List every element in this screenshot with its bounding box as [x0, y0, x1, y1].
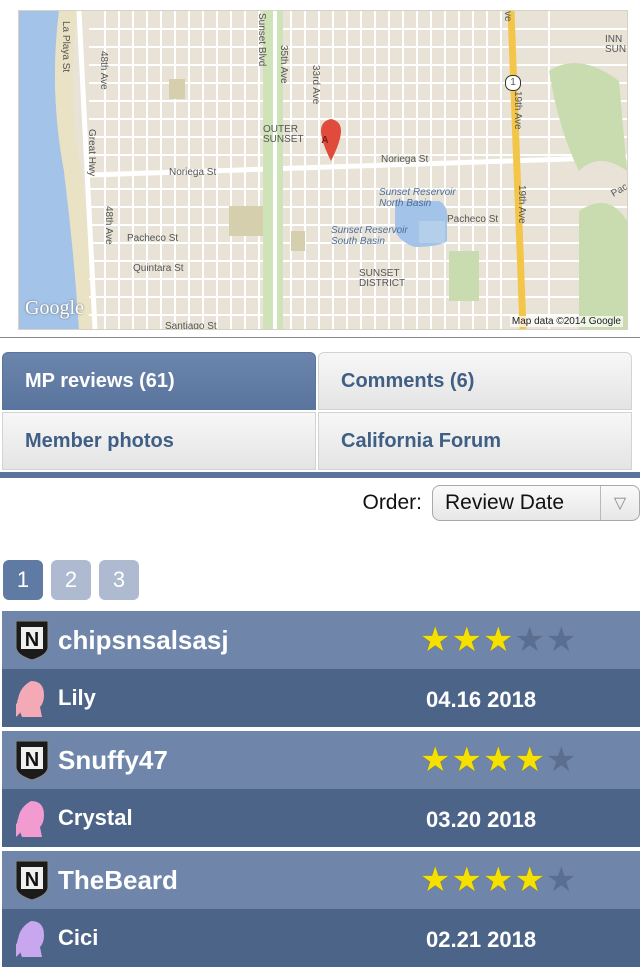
map-label-la-playa: La Playa St — [60, 21, 71, 73]
map-copyright: Map data ©2014 Google — [509, 316, 623, 327]
badge-letter: N — [25, 749, 39, 771]
star-icon: ★ — [545, 861, 577, 899]
divider — [0, 337, 640, 338]
review-item[interactable]: N chipsnsalsasj ★ ★ ★ ★ ★ Lily 04.16 2018 — [2, 611, 640, 727]
review-header: N TheBeard ★ ★ ★ ★ ★ — [2, 851, 640, 909]
tabs-underline — [0, 472, 640, 478]
star-rating: ★ ★ ★ ★ ★ — [420, 623, 576, 657]
review-details: Crystal 03.20 2018 — [2, 789, 640, 847]
star-rating: ★ ★ ★ ★ ★ — [420, 743, 576, 777]
review-username[interactable]: TheBeard — [58, 865, 178, 896]
avatar-icon — [16, 921, 44, 957]
map-label-quintara: Quintara St — [133, 263, 184, 274]
star-icon: ★ — [514, 861, 545, 899]
review-item[interactable]: N Snuffy47 ★ ★ ★ ★ ★ Crystal 03.20 2018 — [2, 731, 640, 847]
reviewer-name[interactable]: Cici — [58, 925, 98, 951]
map-label-noriega-west: Noriega St — [169, 167, 217, 178]
map-label-noriega-east: Noriega St — [381, 154, 429, 165]
star-rating: ★ ★ ★ ★ ★ — [420, 863, 576, 897]
chevron-down-icon: ▽ — [600, 486, 639, 520]
map-label-48th-ave: 48th Ave — [98, 51, 109, 90]
page-button-1[interactable]: 1 — [3, 560, 43, 600]
review-date: 03.20 2018 — [426, 807, 537, 832]
star-icon: ★ — [514, 741, 545, 779]
page-button-2[interactable]: 2 — [51, 560, 91, 600]
avatar-icon — [16, 801, 44, 837]
badge-letter: N — [25, 629, 39, 651]
route-1-shield: 1 — [505, 75, 521, 91]
order-select[interactable]: Review Date ▽ — [432, 485, 640, 521]
member-badge-icon: N — [15, 620, 49, 661]
member-badge-icon: N — [15, 740, 49, 781]
review-date: 04.16 2018 — [426, 687, 537, 712]
star-icon: ★ — [545, 621, 577, 659]
map-label-sunset-district: SUNSET DISTRICT — [359, 268, 406, 289]
pagination: 1 2 3 — [3, 560, 139, 600]
star-icon: ★ — [451, 621, 482, 659]
tab-california-forum[interactable]: California Forum — [318, 412, 632, 470]
review-item[interactable]: N TheBeard ★ ★ ★ ★ ★ Cici 02.21 2018 — [2, 851, 640, 967]
map-label-33rd-ave: 33rd Ave — [310, 65, 321, 105]
reviewer-name[interactable]: Lily — [58, 685, 96, 711]
star-icon: ★ — [451, 861, 482, 899]
star-icon: ★ — [420, 741, 451, 779]
star-icon: ★ — [451, 741, 482, 779]
order-label: Order: — [362, 491, 422, 514]
map-label-reservoir-south: Sunset Reservoir South Basin — [331, 225, 408, 247]
star-icon: ★ — [482, 741, 514, 779]
map-label-pacheco-west: Pacheco St — [127, 233, 179, 244]
reviewer-name[interactable]: Crystal — [58, 805, 133, 831]
map-label-48th-ave-2: 48th Ave — [103, 206, 114, 245]
page-button-3[interactable]: 3 — [99, 560, 139, 600]
star-icon: ★ — [420, 621, 451, 659]
map-label-ave: ve — [502, 11, 513, 22]
order-control: Order: Review Date ▽ — [362, 484, 640, 522]
map-graphic — [19, 11, 627, 329]
member-badge-icon: N — [15, 860, 49, 901]
star-icon: ★ — [545, 741, 577, 779]
star-icon: ★ — [482, 621, 514, 659]
map-label-outer-sunset: OUTER SUNSET — [263, 124, 304, 145]
tab-mp-reviews[interactable]: MP reviews (61) — [2, 352, 316, 410]
tab-member-photos[interactable]: Member photos — [2, 412, 316, 470]
order-selected-value: Review Date — [445, 491, 565, 514]
review-details: Lily 04.16 2018 — [2, 669, 640, 727]
google-logo: Google — [25, 297, 84, 319]
review-date: 02.21 2018 — [426, 927, 537, 952]
review-tabs: MP reviews (61) Comments (6) Member phot… — [0, 352, 640, 476]
badge-letter: N — [25, 869, 39, 891]
map-label-santiago: Santiago St — [165, 321, 217, 330]
map-label-pacheco-east: Pacheco St — [447, 214, 499, 225]
review-header: N Snuffy47 ★ ★ ★ ★ ★ — [2, 731, 640, 789]
star-icon: ★ — [482, 861, 514, 899]
map-label-great-hwy: Great Hwy — [86, 129, 97, 177]
review-username[interactable]: chipsnsalsasj — [58, 625, 229, 656]
map-label-inner-sunset: INN SUN — [605, 34, 627, 55]
review-username[interactable]: Snuffy47 — [58, 745, 168, 776]
star-icon: ★ — [514, 621, 545, 659]
star-icon: ★ — [420, 861, 451, 899]
tab-comments[interactable]: Comments (6) — [318, 352, 632, 410]
review-details: Cici 02.21 2018 — [2, 909, 640, 967]
map-label-19th-ave-2: 19th Ave — [516, 185, 527, 224]
avatar-icon — [16, 681, 44, 717]
map[interactable]: La Playa St 48th Ave Great Hwy 48th Ave … — [18, 10, 628, 330]
review-header: N chipsnsalsasj ★ ★ ★ ★ ★ — [2, 611, 640, 669]
map-label-sunset-blvd: Sunset Blvd — [256, 13, 267, 67]
map-label-reservoir-north: Sunset Reservoir North Basin — [379, 187, 456, 209]
map-marker-a[interactable]: A — [319, 135, 331, 146]
map-label-35th-ave: 35th Ave — [278, 45, 289, 84]
map-label-19th-ave: 19th Ave — [512, 91, 523, 130]
